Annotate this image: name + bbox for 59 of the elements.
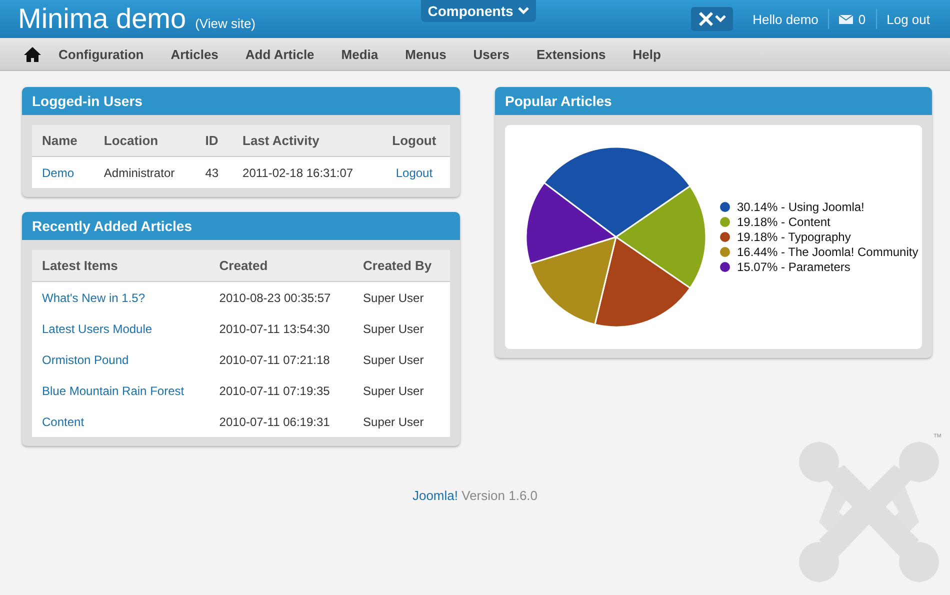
table-cell: Super User [363, 352, 424, 366]
menu-item[interactable]: Extensions [522, 46, 620, 62]
table-cell: Super User [363, 322, 424, 336]
menu-item[interactable]: Media [328, 46, 392, 62]
table-cell: 2010-07-11 06:19:31 [219, 414, 330, 428]
menu-item[interactable]: Articles [157, 46, 232, 62]
tools-icon [698, 11, 714, 27]
menu-item[interactable]: Add Article [232, 46, 328, 62]
messages-link[interactable]: 0 [828, 9, 876, 29]
site-title: Minima demo [18, 3, 186, 35]
panel-title: Logged-in Users [22, 87, 460, 115]
home-icon[interactable] [24, 46, 41, 62]
table-cell: 2010-07-11 07:21:18 [219, 352, 330, 366]
legend-label: 19.18% - Typography [737, 230, 851, 244]
column-header: Created [209, 250, 354, 282]
tools-menu-button[interactable] [690, 7, 733, 31]
table-cell: 2010-07-11 07:19:35 [219, 384, 330, 398]
legend-label: 19.18% - Content [737, 215, 830, 229]
caret-icon [714, 15, 726, 23]
menu-item[interactable]: Configuration [45, 46, 158, 62]
article-link[interactable]: Ormiston Pound [42, 352, 129, 366]
article-link[interactable]: What's New in 1.5? [42, 290, 146, 304]
panel-title: Popular Articles [495, 87, 932, 115]
column-header: Name [32, 125, 94, 156]
greeting-text: Hello demo [752, 12, 820, 26]
menu-item[interactable]: Users [460, 46, 523, 62]
legend-label: 16.44% - The Joomla! Community [737, 245, 918, 259]
column-header: Logout [378, 125, 450, 156]
table-cell: Administrator [104, 166, 175, 180]
table-cell: Super User [363, 384, 424, 398]
version-text: Version 1.6.0 [462, 488, 538, 503]
panel-title: Recently Added Articles [22, 212, 460, 240]
caret-icon [518, 7, 530, 15]
column-header: ID [195, 125, 233, 156]
article-link[interactable]: Latest Users Module [42, 322, 152, 336]
trademark-mark: ™ [933, 432, 942, 442]
table-cell: 2011-02-18 16:31:07 [242, 166, 354, 180]
components-menu-button[interactable]: Components [421, 0, 536, 22]
column-header: Location [94, 125, 196, 156]
envelope-icon [839, 14, 854, 24]
column-header: Latest Items [32, 250, 210, 282]
table-cell: 2010-08-23 00:35:57 [219, 290, 331, 304]
table-cell: Super User [363, 414, 424, 428]
legend-label: 15.07% - Parameters [737, 260, 850, 274]
column-header: Created By [353, 250, 450, 282]
article-link[interactable]: Content [42, 414, 84, 428]
joomla-link[interactable]: Joomla! [412, 488, 458, 503]
table-cell: Super User [363, 290, 424, 304]
column-header: Last Activity [232, 125, 378, 156]
legend-label: 30.14% - Using Joomla! [737, 200, 864, 214]
article-link[interactable]: Blue Mountain Rain Forest [42, 384, 184, 398]
table-cell: 43 [205, 166, 219, 180]
table-cell: 2010-07-11 13:54:30 [219, 322, 330, 336]
logout-link[interactable]: Log out [876, 9, 950, 29]
view-site-link[interactable]: (View site) [195, 16, 256, 30]
user-link[interactable]: Demo [42, 166, 74, 180]
menu-item[interactable]: Menus [392, 46, 460, 62]
logout-link[interactable]: Logout [396, 166, 433, 180]
menu-item[interactable]: Help [619, 46, 674, 62]
